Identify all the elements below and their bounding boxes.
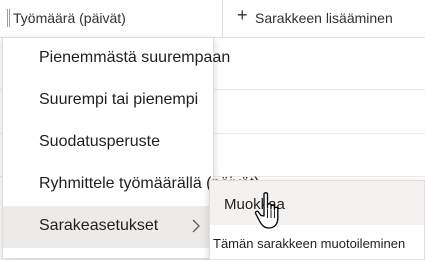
column-header-effort[interactable]: Työmäärä (päivät): [0, 0, 223, 37]
plus-icon[interactable]: +: [237, 6, 248, 24]
menu-item-sort-ascending[interactable]: Pienemmästä suurempaan: [3, 38, 230, 79]
menu-item-sort-descending[interactable]: Suurempi tai pienempi: [3, 80, 213, 121]
add-column-button[interactable]: Sarakkeen lisääminen: [255, 10, 393, 26]
column-grip-icon[interactable]: [7, 9, 10, 27]
column-context-menu: Pienemmästä suurempaan Suurempi tai pien…: [2, 37, 260, 259]
menu-item-group-by[interactable]: Ryhmittele työmäärällä (päivät): [3, 164, 260, 205]
hand-pointer-icon: [254, 192, 279, 229]
column-settings-submenu: Muokkaa Tämän sarakkeen muotoileminen: [209, 180, 425, 260]
column-header-label: Työmäärä (päivät): [13, 10, 126, 26]
submenu-item-edit[interactable]: Muokkaa: [210, 181, 424, 225]
submenu-item-label: Tämän sarakkeen muotoileminen: [213, 236, 406, 251]
chevron-right-icon: [192, 219, 200, 233]
list-header: Työmäärä (päivät) + Sarakkeen lisääminen: [0, 0, 425, 38]
menu-item-filter-by[interactable]: Suodatusperuste: [3, 122, 213, 163]
menu-item-label: Suurempi tai pienempi: [39, 91, 199, 108]
menu-item-label: Sarakeasetukset: [39, 217, 159, 234]
submenu-item-format-column[interactable]: Tämän sarakkeen muotoileminen: [210, 225, 424, 259]
menu-item-label: Pienemmästä suurempaan: [39, 49, 231, 66]
menu-item-column-settings[interactable]: Sarakeasetukset: [3, 206, 213, 248]
menu-item-label: Suodatusperuste: [39, 133, 160, 150]
